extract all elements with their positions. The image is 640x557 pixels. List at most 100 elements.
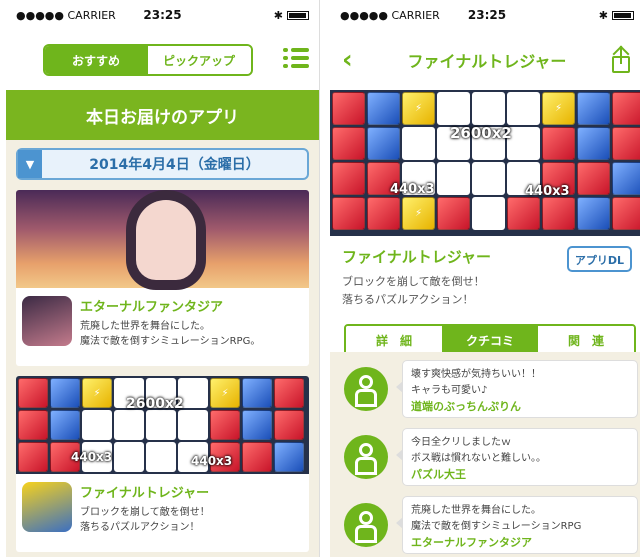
puzzle-tile [612,197,640,230]
back-chevron-icon[interactable]: ‹ [342,45,353,75]
puzzle-tile: ⚡ [82,378,112,408]
tab-osusume[interactable]: おすすめ [44,46,148,74]
puzzle-tile [332,92,365,125]
puzzle-tile [612,127,640,160]
review-bubble: 今日全クリしましたｗ ボス戦は慣れないと難しい。。 パズル大王 [396,428,638,486]
puzzle-tile [50,410,80,440]
app-name: ファイナルトレジャー [342,248,491,266]
puzzle-tile [332,197,365,230]
puzzle-tile: ⚡ [210,378,240,408]
app-name: ファイナルトレジャー [80,486,210,501]
puzzle-tile [50,378,80,408]
nav-title: ファイナルトレジャー [407,52,567,71]
app-desc-line: 落ちるパズルアクション！ [80,522,200,533]
status-bar: ●●●●● CARRIER 23:25 ✱ [6,0,319,30]
nav-bar: ‹ ファイナルトレジャー [330,30,640,90]
score-label: 440x3 [191,454,233,468]
score-label: 440x3 [525,184,570,199]
puzzle-tile [274,442,304,472]
app-card-info: エターナルファンタジア 荒廃した世界を舞台にした。 魔法で敵を倒すシミュレーショ… [16,288,309,366]
puzzle-tile [332,127,365,160]
puzzle-tile [367,92,400,125]
tab-pickup[interactable]: ピックアップ [147,46,251,74]
share-icon[interactable] [610,45,632,74]
puzzle-tile [82,410,112,440]
puzzle-tile [274,410,304,440]
app-screenshot: ⚡ ⚡ ⚡ 2600x2 440x3 440x3 [330,90,640,236]
puzzle-tile: ⚡ [402,92,435,125]
puzzle-tile [146,410,176,440]
puzzle-tile [18,410,48,440]
puzzle-tile [577,197,610,230]
app-banner-image [16,190,309,288]
puzzle-tile [437,162,470,195]
puzzle-tile: ⚡ [402,197,435,230]
review-bubble: 壊す爽快感が気持ちいい！！ キャラも可愛い♪ 道端のぶっちんぷりん [396,360,638,418]
puzzle-tile [18,442,48,472]
puzzle-tile [146,442,176,472]
detail-screen: ●●●●● CARRIER 23:25 ✱ ‹ ファイナルトレジャー ⚡ ⚡ ⚡ 2… [330,0,640,557]
review-list: 壊す爽快感が気持ちいい！！ キャラも可愛い♪ 道端のぶっちんぷりん 今日全クリし… [330,352,640,557]
puzzle-tile [402,127,435,160]
user-avatar-icon [344,503,388,547]
tab-reviews[interactable]: クチコミ [442,326,538,354]
app-banner-image: ⚡ ⚡ 2600x2 440x3 440x3 [16,376,309,474]
app-desc-line: ブロックを崩して敵を倒せ！ [342,275,485,288]
score-label: 2600x2 [450,124,512,142]
puzzle-tile [367,197,400,230]
app-desc-line: 魔法で敵を倒すシミュレーションRPG。 [80,336,261,347]
puzzle-tile [242,442,272,472]
section-title: 本日お届けのアプリ [6,90,319,140]
segment-control: おすすめ ピックアップ [42,44,253,76]
puzzle-tile [114,442,144,472]
score-label: 440x3 [71,450,113,464]
review-text: 魔法で敵を倒すシミュレーションRPG [411,521,582,532]
home-screen: ●●●●● CARRIER 23:25 ✱ おすすめ ピックアップ 本日お届けの… [6,0,320,557]
puzzle-tile [577,127,610,160]
app-download-button[interactable]: アプリDL [566,246,632,272]
puzzle-tile [18,378,48,408]
user-avatar-icon [344,367,388,411]
date-header[interactable]: ▼ 2014年4月4日（金曜日） [16,148,309,180]
puzzle-tile [612,162,640,195]
battery-icon [287,11,309,20]
puzzle-tile [437,197,470,230]
puzzle-tile [542,127,575,160]
puzzle-tile [367,127,400,160]
tab-related[interactable]: 関 連 [538,326,634,354]
app-feed: ▼ 2014年4月4日（金曜日） エターナルファンタジア 荒廃した世界を舞台にし… [6,140,319,557]
app-icon [22,482,72,532]
puzzle-tile [542,197,575,230]
battery-icon [612,11,634,20]
collapse-triangle-icon[interactable]: ▼ [18,150,42,178]
puzzle-tile [472,162,505,195]
user-avatar-icon [344,435,388,479]
app-icon [22,296,72,346]
clock: 23:25 [143,8,182,22]
puzzle-tile [507,197,540,230]
puzzle-tile [210,410,240,440]
review-text: 壊す爽快感が気持ちいい！！ [411,369,541,380]
puzzle-tile [178,410,208,440]
tab-details[interactable]: 詳 細 [346,326,442,354]
review-item: 今日全クリしましたｗ ボス戦は慣れないと難しい。。 パズル大王 [344,428,638,486]
puzzle-tile [437,92,470,125]
list-menu-icon[interactable] [283,48,309,70]
puzzle-tile [472,197,505,230]
review-bubble: 荒廃した世界を舞台にした。 魔法で敵を倒すシミュレーションRPG エターナルファ… [396,496,638,554]
review-author[interactable]: パズル大王 [411,467,629,483]
review-author[interactable]: エターナルファンタジア [411,535,629,551]
app-card-final-treasure[interactable]: ⚡ ⚡ 2600x2 440x3 440x3 ファイナルトレジャー ブロックを崩し… [16,376,309,552]
puzzle-tile [114,410,144,440]
puzzle-tile [242,410,272,440]
app-card-eternal[interactable]: エターナルファンタジア 荒廃した世界を舞台にした。 魔法で敵を倒すシミュレーショ… [16,190,309,366]
review-item: 荒廃した世界を舞台にした。 魔法で敵を倒すシミュレーションRPG エターナルファ… [344,496,638,554]
score-label: 2600x2 [126,396,184,412]
puzzle-tile [472,92,505,125]
review-author[interactable]: 道端のぶっちんぷりん [411,399,629,415]
puzzle-tile [332,162,365,195]
app-detail-header: ファイナルトレジャー アプリDL [330,236,640,272]
clock: 23:25 [467,8,507,22]
puzzle-tile [577,92,610,125]
app-desc-line: 落ちるパズルアクション！ [342,293,474,306]
